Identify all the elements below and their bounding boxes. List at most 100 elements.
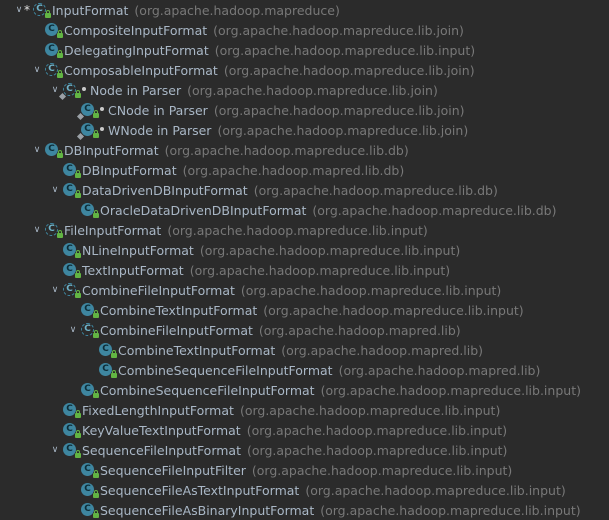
package-name: (org.apache.hadoop.mapreduce.lib.input) — [263, 302, 524, 318]
chevron-down-icon[interactable]: ∨ — [48, 440, 62, 460]
package-name: (org.apache.hadoop.mapreduce.lib.input) — [199, 242, 461, 258]
class-name: CompositeInputFormat — [64, 22, 208, 38]
chevron-down-icon[interactable]: ∨ — [66, 320, 80, 340]
class-name: SequenceFileAsTextInputFormat — [100, 482, 300, 498]
public-lock-icon — [57, 150, 63, 158]
package-name: (org.apache.hadoop.mapreduce.lib.join) — [217, 122, 469, 138]
class-name: SequenceFileAsBinaryInputFormat — [100, 502, 315, 518]
tree-row[interactable]: ∨CDelegatingInputFormat(org.apache.hadoo… — [0, 40, 609, 60]
package-name: (org.apache.hadoop.mapreduce.lib.db) — [253, 182, 498, 198]
public-lock-icon — [75, 430, 81, 438]
public-lock-icon — [93, 130, 99, 138]
public-lock-icon — [75, 410, 81, 418]
public-lock-icon — [93, 110, 99, 118]
package-name: (org.apache.hadoop.mapred.lib.db) — [182, 162, 405, 178]
tree-row[interactable]: ∨ C SequenceFileInputFormat (org.apache.had… — [0, 440, 609, 460]
package-name: (org.apache.hadoop.mapreduce.lib.db) — [312, 202, 557, 218]
class-name: CombineSequenceFileInputFormat — [118, 362, 333, 378]
inner-class-dot-icon — [100, 127, 104, 131]
package-name: (org.apache.hadoop.mapreduce.lib.join) — [213, 22, 464, 38]
class-name: CombineTextInputFormat — [118, 342, 276, 358]
chevron-down-icon[interactable]: ∨ — [30, 60, 44, 80]
class-icon: C — [62, 162, 81, 178]
tree-row[interactable]: ∨CFixedLengthInputFormat(org.apache.hado… — [0, 400, 609, 420]
tree-row[interactable]: ∨CCombineTextInputFormat(org.apache.hado… — [0, 340, 609, 360]
type-hierarchy-tree[interactable]: ∨ * C InputFormat (org.apache.hadoop.mapredu… — [0, 0, 609, 519]
class-icon: C — [76, 102, 104, 121]
class-name: InputFormat — [52, 2, 129, 18]
chevron-down-icon[interactable]: ∨ — [30, 140, 44, 160]
public-lock-icon — [75, 450, 81, 458]
class-name: CombineTextInputFormat — [100, 302, 258, 318]
class-name: DataDrivenDBInputFormat — [82, 182, 248, 198]
class-icon: C — [62, 422, 81, 438]
class-icon: C — [98, 362, 117, 378]
chevron-down-icon[interactable]: ∨ — [48, 180, 62, 200]
class-icon: C — [44, 142, 63, 158]
public-lock-icon — [93, 490, 99, 498]
tree-row[interactable]: ∨CDBInputFormat(org.apache.hadoop.mapred… — [0, 160, 609, 180]
class-name: SequenceFileInputFormat — [82, 442, 241, 458]
class-name: OracleDataDrivenDBInputFormat — [100, 202, 307, 218]
inner-class-dot-icon — [82, 87, 86, 91]
tree-row[interactable]: ∨ C Node in Parser (org.apache.hadoop.mapre… — [0, 80, 609, 101]
class-icon: C — [62, 442, 81, 458]
tree-row[interactable]: ∨CSequenceFileAsBinaryInputFormat(org.ap… — [0, 500, 609, 520]
tree-row[interactable]: ∨ C CombineFileInputFormat (org.apache.hado… — [0, 280, 609, 300]
package-name: (org.apache.hadoop.mapreduce.lib.input) — [320, 502, 581, 518]
tree-row[interactable]: ∨ C FileInputFormat (org.apache.hadoop.mapr… — [0, 220, 609, 240]
package-name: (org.apache.hadoop.mapred.lib) — [338, 362, 541, 378]
class-icon: C — [80, 462, 99, 478]
tree-row[interactable]: ∨CSequenceFileAsTextInputFormat(org.apac… — [0, 480, 609, 500]
chevron-down-icon[interactable]: ∨ — [48, 280, 62, 300]
tree-row[interactable]: ∨ C CombineFileInputFormat (org.apache.hado… — [0, 320, 609, 340]
class-name: FileInputFormat — [64, 222, 162, 238]
public-lock-icon — [111, 370, 117, 378]
package-name: (org.apache.hadoop.mapreduce.lib.join) — [187, 82, 438, 98]
class-name: KeyValueTextInputFormat — [82, 422, 241, 438]
public-lock-icon — [45, 10, 51, 18]
class-icon: C — [76, 122, 104, 141]
tree-row[interactable]: ∨COracleDataDrivenDBInputFormat(org.apac… — [0, 200, 609, 220]
class-name: CombineFileInputFormat — [100, 322, 253, 338]
abstract-class-icon: C — [62, 282, 81, 298]
tree-row[interactable]: ∨CTextInputFormat(org.apache.hadoop.mapr… — [0, 260, 609, 280]
class-icon: C — [62, 262, 81, 278]
class-name: NLineInputFormat — [82, 242, 194, 258]
abstract-class-icon: C — [44, 62, 63, 78]
class-name: TextInputFormat — [82, 262, 184, 278]
focus-star-icon: * — [24, 3, 30, 17]
package-name: (org.apache.hadoop.mapreduce.lib.db) — [164, 142, 409, 158]
tree-row[interactable]: ∨CSequenceFileInputFilter(org.apache.had… — [0, 460, 609, 480]
package-name: (org.apache.hadoop.mapred.lib) — [281, 342, 484, 358]
package-name: (org.apache.hadoop.mapreduce.lib.input) — [189, 262, 451, 278]
public-lock-icon — [57, 230, 63, 238]
tree-row[interactable]: ∨CCombineSequenceFileInputFormat(org.apa… — [0, 360, 609, 380]
chevron-down-icon[interactable]: ∨ — [30, 220, 44, 240]
tree-row[interactable]: ∨CKeyValueTextInputFormat(org.apache.had… — [0, 420, 609, 440]
public-lock-icon — [93, 470, 99, 478]
tree-row[interactable]: ∨CCompositeInputFormat(org.apache.hadoop… — [0, 20, 609, 40]
public-lock-icon — [57, 70, 63, 78]
public-lock-icon — [75, 270, 81, 278]
tree-row[interactable]: ∨ C ComposableInputFormat (org.apache.hadoo… — [0, 60, 609, 80]
tree-row[interactable]: ∨CDBInputFormat (org.apache.hadoop.mapred… — [0, 140, 609, 160]
tree-row[interactable]: ∨CWNode in Parser(org.apache.hadoop.mapr… — [0, 120, 609, 141]
class-icon: C — [80, 482, 99, 498]
package-name: (org.apache.hadoop.mapreduce.lib.input) — [247, 442, 508, 458]
tree-row[interactable]: ∨ C DataDrivenDBInputFormat (org.apache.had… — [0, 180, 609, 200]
tree-row[interactable]: ∨CCombineTextInputFormat(org.apache.hado… — [0, 300, 609, 320]
class-name: SequenceFileInputFilter — [100, 462, 246, 478]
public-lock-icon — [75, 250, 81, 258]
class-icon: C — [80, 502, 99, 518]
tree-row[interactable]: ∨CCombineSequenceFileInputFormat(org.apa… — [0, 380, 609, 400]
class-name: DBInputFormat — [64, 142, 159, 158]
abstract-class-icon: C — [32, 2, 51, 18]
class-icon: C — [80, 202, 99, 218]
tree-row[interactable]: ∨ * C InputFormat (org.apache.hadoop.mapredu… — [0, 0, 609, 20]
tree-row[interactable]: ∨CNLineInputFormat(org.apache.hadoop.map… — [0, 240, 609, 260]
class-icon: C — [62, 402, 81, 418]
class-name: DBInputFormat — [82, 162, 177, 178]
package-name: (org.apache.hadoop.mapreduce.lib.join) — [213, 102, 465, 118]
tree-row[interactable]: ∨CCNode in Parser(org.apache.hadoop.mapr… — [0, 100, 609, 121]
